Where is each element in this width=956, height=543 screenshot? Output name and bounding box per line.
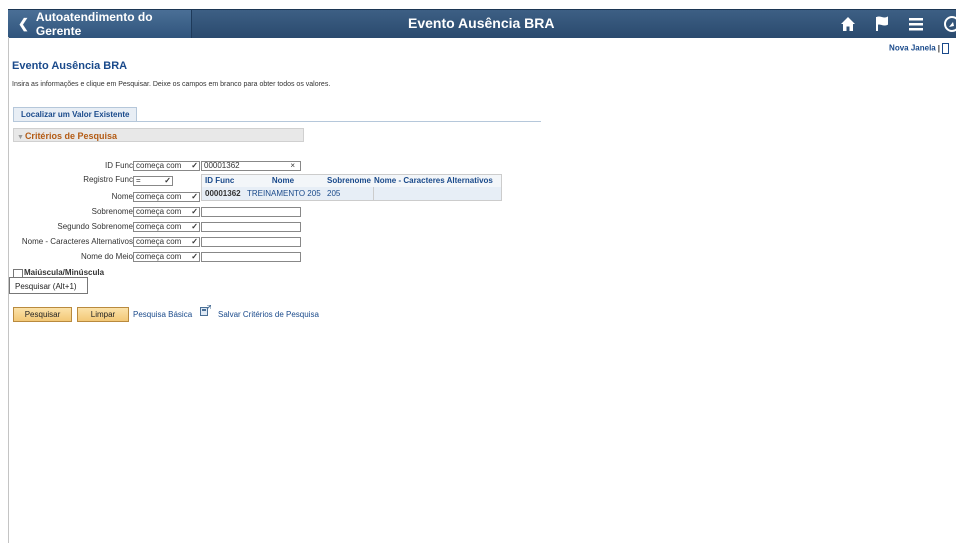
home-icon[interactable] [840,16,856,32]
chevron-down-icon: ✓ [191,207,198,216]
suggestion-header-id: ID Func [205,176,235,185]
operator-value: começa com [136,237,182,246]
chevron-down-icon: ✓ [191,222,198,231]
navbar-icon[interactable] [942,16,956,32]
suggestion-header-row: ID Func Nome Sobrenome Nome - Caracteres… [202,175,501,187]
suggestion-alternativos [373,187,501,200]
id-func-value: 00001362 [204,161,240,170]
save-criteria-icon[interactable] [200,304,212,318]
help-icon[interactable] [942,43,949,54]
nova-separator: | [937,43,940,53]
nova-janela-link[interactable]: Nova Janela [889,44,936,53]
label-nome-do-meio: Nome do Meio [80,252,133,261]
operator-value: começa com [136,192,182,201]
operator-select-nome[interactable]: começa com ✓ [133,192,200,202]
search-tooltip: Pesquisar (Alt+1) [9,277,88,294]
operator-select-nome-alternativos[interactable]: começa com ✓ [133,237,200,247]
criteria-header[interactable]: ▼Critérios de Pesquisa [13,128,304,142]
label-nome-alternativos: Nome - Caracteres Alternativos [21,237,133,246]
save-criteria-link[interactable]: Salvar Critérios de Pesquisa [218,310,319,319]
label-segundo-sobrenome: Segundo Sobrenome [57,222,133,231]
operator-value: = [136,176,141,185]
chevron-down-icon: ✓ [191,192,198,201]
clear-button[interactable]: Limpar [77,307,129,322]
suggestion-header-alternativos: Nome - Caracteres Alternativos [374,176,493,185]
label-nome: Nome [111,192,133,201]
sobrenome-input[interactable] [201,207,301,217]
operator-select-sobrenome[interactable]: começa com ✓ [133,207,200,217]
top-navbar: ❮ Autoatendimento do Gerente Evento Ausê… [8,9,956,38]
label-registro-func: Registro Func [83,175,133,184]
suggestion-row[interactable]: 00001362 TREINAMENTO 205 205 [202,187,501,200]
operator-select-id-func[interactable]: começa com ✓ [133,161,200,171]
search-button[interactable]: Pesquisar [13,307,72,322]
header-title: Evento Ausência BRA [408,15,555,31]
operator-select-registro-func[interactable]: = ✓ [133,176,173,186]
chevron-left-icon: ❮ [18,16,29,31]
chevron-down-icon: ✓ [191,252,198,261]
flag-icon[interactable] [874,16,890,32]
operator-select-segundo-sobrenome[interactable]: começa com ✓ [133,222,200,232]
label-id-func: ID Func [104,161,133,170]
autocomplete-dropdown: ID Func Nome Sobrenome Nome - Caracteres… [201,174,502,201]
segundo-sobrenome-input[interactable] [201,222,301,232]
label-sobrenome: Sobrenome [91,207,133,216]
chevron-down-icon: ✓ [191,237,198,246]
tab-divider [13,121,541,122]
operator-select-nome-do-meio[interactable]: começa com ✓ [133,252,200,262]
id-func-input[interactable]: 00001362 × [201,161,301,171]
operator-value: começa com [136,222,182,231]
case-sensitive-label: Maiúscula/Minúscula [24,268,105,277]
instructions-text: Insira as informações e clique em Pesqui… [12,81,331,88]
chevron-down-icon: ✓ [164,176,171,185]
nome-alternativos-input[interactable] [201,237,301,247]
suggestion-header-sobrenome: Sobrenome [326,176,371,185]
clear-icon[interactable]: × [290,162,295,170]
back-button-label: Autoatendimento do Gerente [35,10,153,38]
criteria-label: Critérios de Pesquisa [24,131,117,141]
chevron-down-icon: ✓ [191,161,198,170]
suggestion-sobrenome: 205 [327,189,341,198]
tab-find-existing[interactable]: Localizar um Valor Existente [13,107,138,122]
basic-search-link[interactable]: Pesquisa Básica [133,310,192,319]
collapse-triangle-icon: ▼ [17,134,24,141]
suggestion-id: 00001362 [205,189,241,198]
nova-janela-area: Nova Janela | [889,43,949,54]
operator-value: começa com [136,252,182,261]
page-title: Evento Ausência BRA [12,60,128,72]
back-button[interactable]: ❮ Autoatendimento do Gerente [8,10,192,38]
menu-icon[interactable] [908,16,924,32]
operator-value: começa com [136,207,182,216]
suggestion-header-nome: Nome [271,176,295,185]
operator-value: começa com [136,161,182,170]
nome-do-meio-input[interactable] [201,252,301,262]
suggestion-nome: TREINAMENTO 205 [247,189,321,198]
